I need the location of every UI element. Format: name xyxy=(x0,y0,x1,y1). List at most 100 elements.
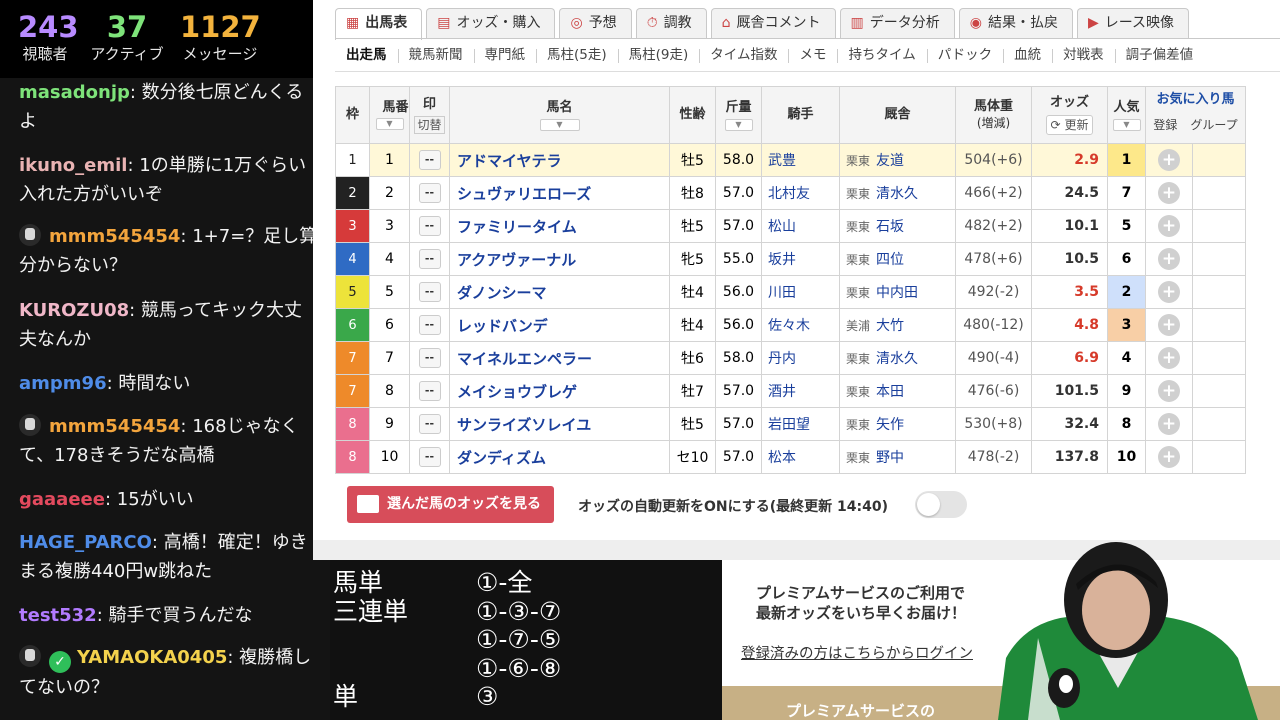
trainer-link[interactable]: 石坂 xyxy=(876,219,904,235)
chat-username[interactable]: ikuno_emil xyxy=(19,155,127,176)
add-favorite-icon[interactable]: + xyxy=(1158,314,1180,336)
jockey-link[interactable]: 松山 xyxy=(761,209,840,243)
add-favorite-icon[interactable]: + xyxy=(1158,380,1180,402)
horse-name-link[interactable]: アクアヴァーナル xyxy=(449,242,670,276)
jockey-link[interactable]: 武豊 xyxy=(761,143,840,177)
add-favorite-icon[interactable]: + xyxy=(1158,446,1180,468)
sort-icon[interactable]: ▼ xyxy=(539,118,580,131)
horse-name-link[interactable]: ファミリータイム xyxy=(449,209,670,243)
chat-username[interactable]: mmm545454 xyxy=(49,226,180,247)
jockey-link[interactable]: 酒井 xyxy=(761,374,840,408)
chat-username[interactable]: KUROZU08 xyxy=(19,300,129,321)
subnav-item[interactable]: 出走馬 xyxy=(335,39,398,72)
table-row[interactable]: 5 5 -- ダノンシーマ 牡4 56.0 川田 栗東 中内田 492(-2) 3.5 2 + xyxy=(335,275,1246,309)
trainer-link[interactable]: 中内田 xyxy=(876,285,918,301)
tab-stopwatch[interactable]: ⏱ 調教 xyxy=(635,8,707,38)
tab-bar-chart[interactable]: ▥ データ分析 xyxy=(839,8,955,38)
add-favorite-icon[interactable]: + xyxy=(1158,149,1180,171)
sort-icon[interactable]: ▼ xyxy=(1112,118,1141,131)
add-favorite-icon[interactable]: + xyxy=(1158,248,1180,270)
subnav-item[interactable]: パドック xyxy=(926,39,1003,72)
table-row[interactable]: 7 8 -- メイショウブレゲ 牡7 57.0 酒井 栗東 本田 476(-6) 101.5 9 + xyxy=(335,374,1246,408)
mark-select[interactable]: -- xyxy=(418,414,441,434)
horse-name-link[interactable]: レッドバンデ xyxy=(449,308,670,342)
trainer-link[interactable]: 大竹 xyxy=(876,318,904,334)
table-row[interactable]: 1 1 -- アドマイヤテラ 牡5 58.0 武豊 栗東 友道 504(+6) 2.9 1 + xyxy=(335,143,1246,177)
trainer-link[interactable]: 野中 xyxy=(876,450,904,466)
name-header[interactable]: 馬名 ▼ xyxy=(449,86,670,144)
add-favorite-icon[interactable]: + xyxy=(1158,215,1180,237)
login-link[interactable]: 登録済みの方はこちらからログイン xyxy=(741,642,973,663)
subnav-item[interactable]: タイム指数 xyxy=(699,39,788,72)
table-row[interactable]: 6 6 -- レッドバンデ 牡4 56.0 佐々木 美浦 大竹 480(-12) 4.8 3 + xyxy=(335,308,1246,342)
trainer-link[interactable]: 清水久 xyxy=(876,186,918,202)
chat-username[interactable]: gaaaeee xyxy=(19,489,105,510)
add-favorite-icon[interactable]: + xyxy=(1158,347,1180,369)
jockey-link[interactable]: 丹内 xyxy=(761,341,840,375)
umaban-header[interactable]: 馬番 ▼ xyxy=(369,86,410,144)
table-row[interactable]: 4 4 -- アクアヴァーナル 牝5 55.0 坂井 栗東 四位 478(+6) 10.5 6 + xyxy=(335,242,1246,276)
trainer-link[interactable]: 四位 xyxy=(876,252,904,268)
mark-select[interactable]: -- xyxy=(418,216,441,236)
jockey-link[interactable]: 佐々木 xyxy=(761,308,840,342)
mark-select[interactable]: -- xyxy=(418,150,441,170)
horse-name-link[interactable]: マイネルエンペラー xyxy=(449,341,670,375)
subnav-item[interactable]: 馬柱(9走) xyxy=(617,39,700,72)
kinryo-header[interactable]: 斤量 ▼ xyxy=(715,86,762,144)
subnav-item[interactable]: 対戦表 xyxy=(1052,39,1115,72)
horse-name-link[interactable]: メイショウブレゲ xyxy=(449,374,670,408)
chat-username[interactable]: test532 xyxy=(19,605,97,626)
tab-stable[interactable]: ⌂ 厩舎コメント xyxy=(710,8,836,38)
view-selected-odds-button[interactable]: 選んだ馬のオッズを見る xyxy=(347,486,554,523)
subnav-item[interactable]: 馬柱(5走) xyxy=(536,39,618,72)
mark-toggle-button[interactable]: 切替 xyxy=(414,115,445,134)
horse-name-link[interactable]: ダノンシーマ xyxy=(449,275,670,309)
mark-select[interactable]: -- xyxy=(418,183,441,203)
subnav-item[interactable]: 専門紙 xyxy=(473,39,537,72)
table-row[interactable]: 3 3 -- ファミリータイム 牡5 57.0 松山 栗東 石坂 482(+2) 10.1 5 + xyxy=(335,209,1246,243)
jockey-link[interactable]: 松本 xyxy=(761,440,840,474)
trainer-link[interactable]: 矢作 xyxy=(876,417,904,433)
table-row[interactable]: 8 9 -- サンライズソレイユ 牡5 57.0 岩田望 栗東 矢作 530(+8) 32.4 8 + xyxy=(335,407,1246,441)
horse-name-link[interactable]: サンライズソレイユ xyxy=(449,407,670,441)
mark-select[interactable]: -- xyxy=(418,381,441,401)
table-row[interactable]: 2 2 -- シュヴァリエローズ 牡8 57.0 北村友 栗東 清水久 466(+2) 24.5 7 + xyxy=(335,176,1246,210)
jockey-link[interactable]: 岩田望 xyxy=(761,407,840,441)
mark-select[interactable]: -- xyxy=(418,249,441,269)
jockey-link[interactable]: 北村友 xyxy=(761,176,840,210)
chat-username[interactable]: mmm545454 xyxy=(49,416,180,437)
chat-username[interactable]: YAMAOKA0405 xyxy=(77,647,227,668)
add-favorite-icon[interactable]: + xyxy=(1158,281,1180,303)
tab-target[interactable]: ◎ 予想 xyxy=(559,8,632,38)
chat-username[interactable]: ampm96 xyxy=(19,373,107,394)
jockey-link[interactable]: 坂井 xyxy=(761,242,840,276)
trainer-link[interactable]: 本田 xyxy=(876,384,904,400)
subnav-item[interactable]: 血統 xyxy=(1003,39,1052,72)
chat-username[interactable]: masadonjp xyxy=(19,82,130,103)
trainer-link[interactable]: 清水久 xyxy=(876,351,918,367)
mark-select[interactable]: -- xyxy=(418,282,441,302)
subnav-item[interactable]: メモ xyxy=(788,39,837,72)
mark-select[interactable]: -- xyxy=(418,315,441,335)
pop-header[interactable]: 人気 ▼ xyxy=(1107,86,1146,144)
add-favorite-icon[interactable]: + xyxy=(1158,413,1180,435)
table-row[interactable]: 8 10 -- ダンディズム セ10 57.0 松本 栗東 野中 478(-2) 137.8 10 + xyxy=(335,440,1246,474)
mark-select[interactable]: -- xyxy=(418,447,441,467)
horse-name-link[interactable]: アドマイヤテラ xyxy=(449,143,670,177)
trainer-link[interactable]: 友道 xyxy=(876,153,904,169)
mark-select[interactable]: -- xyxy=(418,348,441,368)
chat-username[interactable]: HAGE_PARCO xyxy=(19,532,152,553)
jockey-link[interactable]: 川田 xyxy=(761,275,840,309)
sort-icon[interactable]: ▼ xyxy=(724,118,753,131)
subnav-item[interactable]: 競馬新聞 xyxy=(397,39,474,72)
tab-table[interactable]: ▦ 出馬表 xyxy=(335,8,423,40)
horse-name-link[interactable]: ダンディズム xyxy=(449,440,670,474)
auto-update-toggle[interactable] xyxy=(915,491,967,518)
subnav-item[interactable]: 調子偏差値 xyxy=(1114,39,1205,72)
horse-name-link[interactable]: シュヴァリエローズ xyxy=(449,176,670,210)
tab-odds[interactable]: ▤ オッズ・購入 xyxy=(426,8,556,38)
odds-refresh-button[interactable]: ⟳ 更新 xyxy=(1045,115,1094,135)
tab-coins[interactable]: ◉ 結果・払戻 xyxy=(958,8,1073,38)
subnav-item[interactable]: 持ちタイム xyxy=(837,39,926,72)
sort-icon[interactable]: ▼ xyxy=(375,118,404,130)
